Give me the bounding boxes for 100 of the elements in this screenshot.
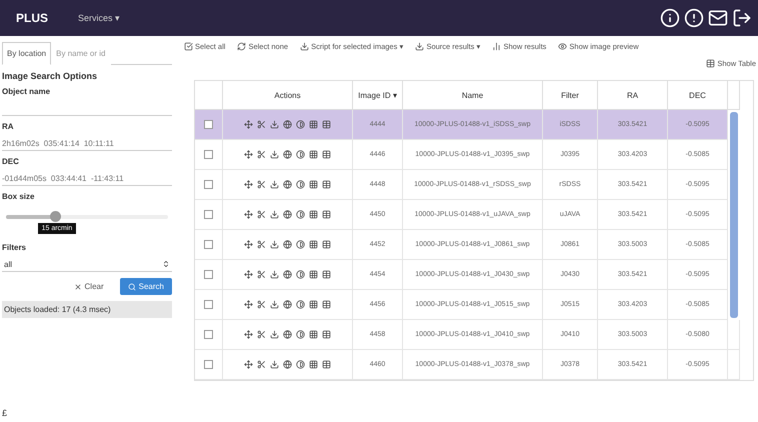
table-icon[interactable] — [322, 240, 331, 249]
table-row-cell[interactable] — [195, 200, 223, 230]
grid-icon[interactable] — [309, 180, 318, 189]
close-icon — [74, 282, 82, 290]
table-icon[interactable] — [322, 300, 331, 309]
grid-icon[interactable] — [309, 300, 318, 309]
footer-text: £ — [2, 408, 8, 418]
table-icon[interactable] — [322, 180, 331, 189]
search-button[interactable]: Search — [120, 278, 172, 295]
scissors-icon[interactable] — [257, 330, 266, 339]
globe-icon[interactable] — [283, 240, 292, 249]
move-icon[interactable] — [244, 330, 253, 339]
contrast-icon[interactable] — [296, 180, 305, 189]
scissors-icon[interactable] — [257, 210, 266, 219]
row-checkbox[interactable] — [204, 330, 213, 339]
grid-icon[interactable] — [309, 150, 318, 159]
input-field[interactable]: -01d44m05s 033:44:41 -11:43:11 — [2, 172, 172, 186]
move-icon[interactable] — [244, 240, 253, 249]
download-icon[interactable] — [270, 210, 279, 219]
scissors-icon[interactable] — [257, 360, 266, 369]
services-menu[interactable]: Services ▾ — [78, 13, 120, 23]
grid-icon[interactable] — [309, 360, 318, 369]
row-checkbox[interactable] — [204, 210, 213, 219]
table-icon[interactable] — [322, 120, 331, 129]
grid-icon[interactable] — [309, 120, 318, 129]
move-icon[interactable] — [244, 210, 253, 219]
table-row-cell[interactable] — [195, 320, 223, 350]
contrast-icon[interactable] — [296, 360, 305, 369]
table-icon — [706, 59, 716, 68]
table-row-cell[interactable] — [195, 230, 223, 260]
table-row-cell[interactable] — [195, 170, 223, 200]
contrast-icon[interactable] — [296, 270, 305, 279]
table-icon[interactable] — [322, 150, 331, 159]
download-icon[interactable] — [270, 120, 279, 129]
contrast-icon[interactable] — [296, 120, 305, 129]
field-label: DEC — [2, 157, 20, 166]
row-checkbox[interactable] — [204, 270, 213, 279]
alert-icon[interactable] — [684, 8, 704, 28]
download-icon — [300, 42, 310, 51]
row-checkbox[interactable] — [204, 120, 213, 129]
move-icon[interactable] — [244, 150, 253, 159]
table-row-cell[interactable] — [195, 260, 223, 290]
scissors-icon[interactable] — [257, 120, 266, 129]
download-icon[interactable] — [270, 180, 279, 189]
mail-icon[interactable] — [708, 8, 728, 28]
contrast-icon[interactable] — [296, 210, 305, 219]
table-icon[interactable] — [322, 270, 331, 279]
move-icon[interactable] — [244, 180, 253, 189]
row-checkbox[interactable] — [204, 180, 213, 189]
grid-icon[interactable] — [309, 270, 318, 279]
move-icon[interactable] — [244, 300, 253, 309]
search-tab[interactable]: By location — [2, 42, 52, 65]
filter-select[interactable]: all — [2, 258, 172, 272]
table-icon[interactable] — [322, 360, 331, 369]
grid-icon[interactable] — [309, 240, 318, 249]
globe-icon[interactable] — [283, 270, 292, 279]
move-icon[interactable] — [244, 360, 253, 369]
move-icon[interactable] — [244, 120, 253, 129]
table-row-cell[interactable] — [195, 110, 223, 140]
download-icon — [415, 42, 424, 51]
table-row-cell[interactable] — [195, 140, 223, 170]
scrollbar[interactable] — [730, 112, 738, 318]
scissors-icon[interactable] — [257, 300, 266, 309]
row-checkbox[interactable] — [204, 360, 213, 369]
globe-icon[interactable] — [283, 360, 292, 369]
globe-icon[interactable] — [283, 300, 292, 309]
globe-icon[interactable] — [283, 330, 292, 339]
contrast-icon[interactable] — [296, 150, 305, 159]
globe-icon[interactable] — [283, 180, 292, 189]
table-icon[interactable] — [322, 330, 331, 339]
move-icon[interactable] — [244, 270, 253, 279]
row-checkbox[interactable] — [204, 240, 213, 249]
contrast-icon[interactable] — [296, 330, 305, 339]
download-icon[interactable] — [270, 150, 279, 159]
input-field[interactable]: 2h16m02s 035:41:14 10:11:11 — [2, 137, 172, 151]
scissors-icon[interactable] — [257, 150, 266, 159]
globe-icon[interactable] — [283, 120, 292, 129]
download-icon[interactable] — [270, 240, 279, 249]
table-row-cell[interactable] — [195, 350, 223, 380]
table-icon[interactable] — [322, 210, 331, 219]
globe-icon[interactable] — [283, 150, 292, 159]
table-row-cell[interactable] — [195, 290, 223, 320]
logout-icon[interactable] — [732, 8, 752, 28]
download-icon[interactable] — [270, 300, 279, 309]
refresh-icon — [237, 42, 246, 51]
scissors-icon[interactable] — [257, 240, 266, 249]
contrast-icon[interactable] — [296, 300, 305, 309]
row-checkbox[interactable] — [204, 150, 213, 159]
download-icon[interactable] — [270, 330, 279, 339]
scissors-icon[interactable] — [257, 270, 266, 279]
download-icon[interactable] — [270, 360, 279, 369]
row-checkbox[interactable] — [204, 300, 213, 309]
globe-icon[interactable] — [283, 210, 292, 219]
grid-icon[interactable] — [309, 330, 318, 339]
grid-icon[interactable] — [309, 210, 318, 219]
scissors-icon[interactable] — [257, 180, 266, 189]
logo[interactable]: PLUS — [16, 11, 48, 25]
contrast-icon[interactable] — [296, 240, 305, 249]
download-icon[interactable] — [270, 270, 279, 279]
info-icon[interactable] — [660, 8, 680, 28]
